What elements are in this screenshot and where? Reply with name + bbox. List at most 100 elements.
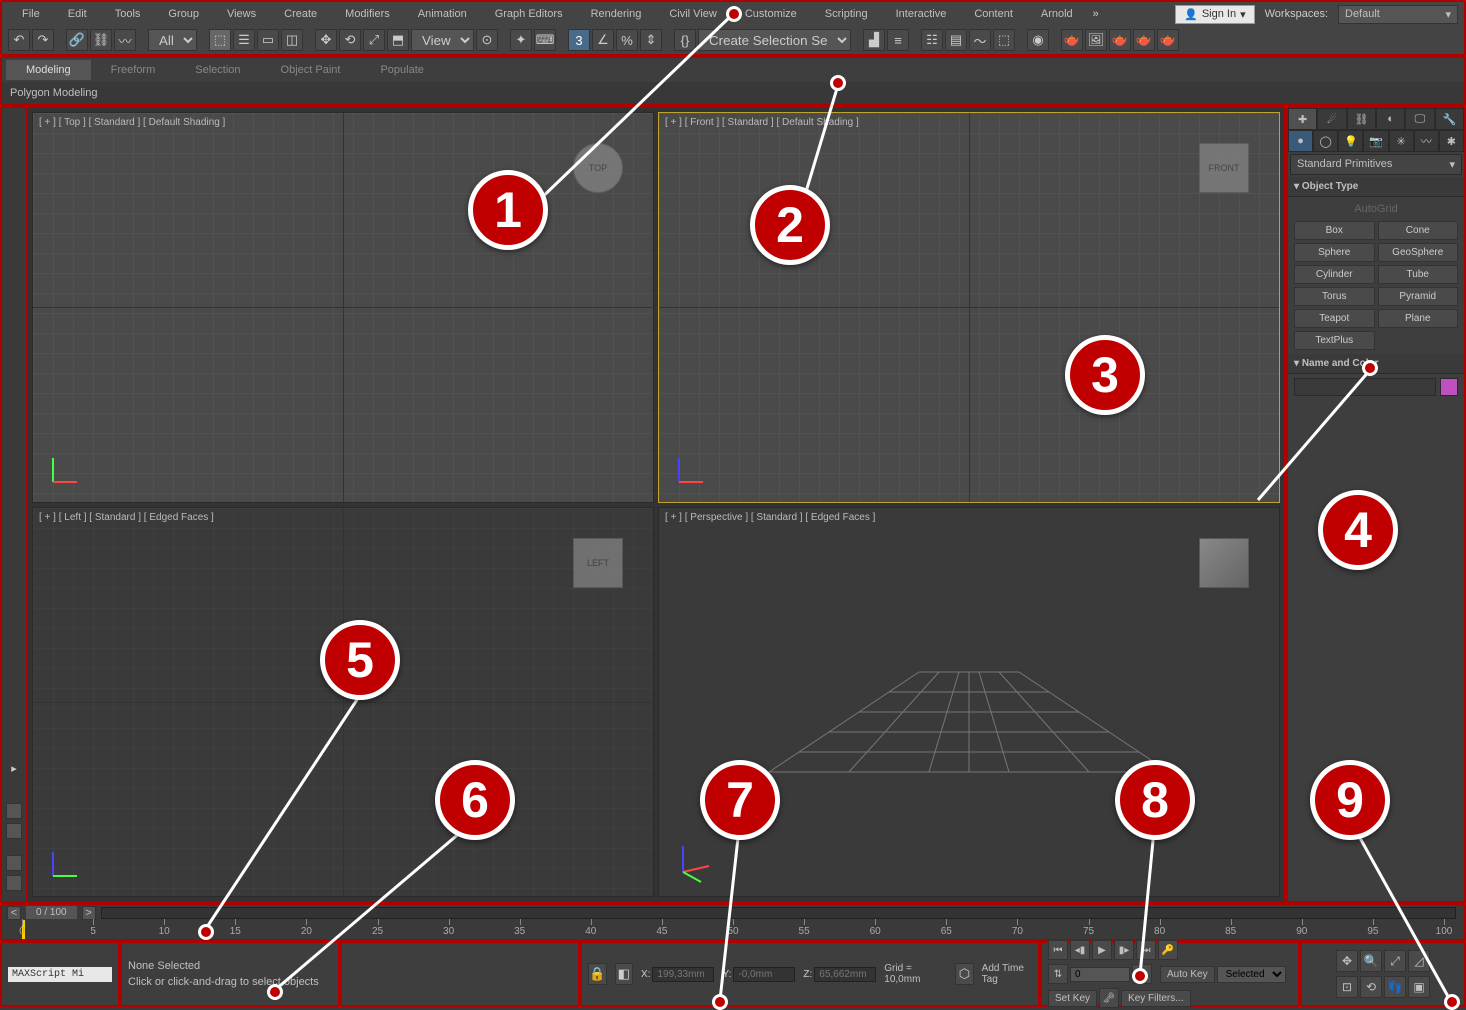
- bind-spacewarp-button[interactable]: 〰: [114, 29, 136, 51]
- menu-animation[interactable]: Animation: [404, 4, 481, 24]
- lock-selection-button[interactable]: 🔒: [588, 963, 607, 985]
- ribbon-tab-selection[interactable]: Selection: [175, 60, 260, 80]
- select-object-button[interactable]: ⬚: [209, 29, 231, 51]
- render-setup-button[interactable]: 🫖: [1061, 29, 1083, 51]
- menu-grapheditors[interactable]: Graph Editors: [481, 4, 577, 24]
- leftbar-btn-4[interactable]: [6, 875, 22, 891]
- toggle-ribbon-button[interactable]: ▤: [945, 29, 967, 51]
- viewport-left-label[interactable]: [ + ] [ Left ] [ Standard ] [ Edged Face…: [39, 512, 214, 523]
- frame-indicator[interactable]: 0 / 100: [26, 906, 77, 919]
- current-frame-field[interactable]: [1070, 967, 1130, 982]
- selection-filter[interactable]: All: [148, 29, 197, 51]
- menu-views[interactable]: Views: [213, 4, 270, 24]
- redo-button[interactable]: ↷: [32, 29, 54, 51]
- placement-button[interactable]: ⬒: [387, 29, 409, 51]
- obj-tube[interactable]: Tube: [1378, 265, 1459, 284]
- next-frame-button[interactable]: ▮▸: [1114, 940, 1134, 960]
- viewport-persp-label[interactable]: [ + ] [ Perspective ] [ Standard ] [ Edg…: [665, 512, 875, 523]
- maxscript-listener[interactable]: MAXScript Mi: [8, 967, 112, 982]
- leftbar-btn-2[interactable]: [6, 823, 22, 839]
- ribbon-tab-populate[interactable]: Populate: [360, 60, 443, 80]
- obj-sphere[interactable]: Sphere: [1294, 243, 1375, 262]
- time-ruler[interactable]: 0510152025303540455055606570758085909510…: [22, 920, 1444, 939]
- curve-editor-button[interactable]: 〜: [969, 29, 991, 51]
- render-iterative-button[interactable]: 🫖: [1133, 29, 1155, 51]
- obj-textplus[interactable]: TextPlus: [1294, 331, 1375, 350]
- keyboard-shortcut-button[interactable]: ⌨: [534, 29, 556, 51]
- zoom-button[interactable]: 🔍: [1360, 950, 1382, 972]
- cp-sub-spacewarps[interactable]: 〰: [1414, 130, 1439, 152]
- cp-section-objtype[interactable]: Object Type: [1288, 177, 1464, 197]
- align-button[interactable]: ≡: [887, 29, 909, 51]
- isolate-button[interactable]: ◧: [615, 963, 634, 985]
- viewcube-left[interactable]: LEFT: [573, 538, 623, 588]
- rendered-frame-button[interactable]: 🖼: [1085, 29, 1107, 51]
- viewport-left[interactable]: [ + ] [ Left ] [ Standard ] [ Edged Face…: [32, 507, 654, 898]
- obj-box[interactable]: Box: [1294, 221, 1375, 240]
- link-button[interactable]: 🔗: [66, 29, 88, 51]
- manipulate-button[interactable]: ✦: [510, 29, 532, 51]
- cp-tab-hierarchy[interactable]: ⛓: [1347, 108, 1376, 130]
- layer-explorer-button[interactable]: ☷: [921, 29, 943, 51]
- schematic-view-button[interactable]: ⬚: [993, 29, 1015, 51]
- cp-sub-geometry[interactable]: ●: [1288, 130, 1313, 152]
- named-selection-set[interactable]: Create Selection Se: [698, 29, 851, 51]
- walk-button[interactable]: 👣: [1384, 976, 1406, 998]
- obj-geosphere[interactable]: GeoSphere: [1378, 243, 1459, 262]
- menu-modifiers[interactable]: Modifiers: [331, 4, 404, 24]
- zoom-extents-button[interactable]: ⊡: [1336, 976, 1358, 998]
- ribbon-tab-freeform[interactable]: Freeform: [91, 60, 176, 80]
- rotate-button[interactable]: ⟲: [339, 29, 361, 51]
- viewcube-top[interactable]: TOP: [573, 143, 623, 193]
- ribbon-tab-objectpaint[interactable]: Object Paint: [261, 60, 361, 80]
- viewport-top-label[interactable]: [ + ] [ Top ] [ Standard ] [ Default Sha…: [39, 117, 225, 128]
- pivot-button[interactable]: ⊙: [476, 29, 498, 51]
- time-track[interactable]: [101, 907, 1456, 919]
- frame-spin-icon[interactable]: ⇅: [1048, 964, 1068, 984]
- ribbon-panel-label[interactable]: Polygon Modeling: [10, 87, 97, 99]
- viewport-front-label[interactable]: [ + ] [ Front ] [ Standard ] [ Default S…: [665, 117, 859, 128]
- render-production-button[interactable]: 🫖: [1109, 29, 1131, 51]
- keyfilters-button[interactable]: Key Filters...: [1121, 990, 1191, 1007]
- cp-tab-utilities[interactable]: 🔧: [1435, 108, 1464, 130]
- cp-tab-motion[interactable]: ◐: [1376, 108, 1405, 130]
- move-button[interactable]: ✥: [315, 29, 337, 51]
- obj-teapot[interactable]: Teapot: [1294, 309, 1375, 328]
- prev-frame-button[interactable]: ◂▮: [1070, 940, 1090, 960]
- spinner-snap-button[interactable]: ⇕: [640, 29, 662, 51]
- max-viewport-button[interactable]: ▣: [1408, 976, 1430, 998]
- menu-tools[interactable]: Tools: [101, 4, 155, 24]
- goto-start-button[interactable]: ⏮: [1048, 940, 1068, 960]
- orbit-button[interactable]: ⟲: [1360, 976, 1382, 998]
- obj-torus[interactable]: Torus: [1294, 287, 1375, 306]
- cp-tab-display[interactable]: 🖵: [1405, 108, 1434, 130]
- viewport-top[interactable]: [ + ] [ Top ] [ Standard ] [ Default Sha…: [32, 112, 654, 503]
- window-crossing-button[interactable]: ◫: [281, 29, 303, 51]
- select-by-name-button[interactable]: ☰: [233, 29, 255, 51]
- obj-cone[interactable]: Cone: [1378, 221, 1459, 240]
- unlink-button[interactable]: ⛓: [90, 29, 112, 51]
- leftbar-btn-1[interactable]: [6, 803, 22, 819]
- autogrid-checkbox[interactable]: AutoGrid: [1294, 201, 1458, 217]
- ribbon-tab-modeling[interactable]: Modeling: [6, 60, 91, 80]
- autokey-button[interactable]: Auto Key: [1160, 966, 1215, 983]
- menu-scripting[interactable]: Scripting: [811, 4, 882, 24]
- cp-sub-lights[interactable]: 💡: [1338, 130, 1363, 152]
- menu-customize[interactable]: Customize: [731, 4, 811, 24]
- material-editor-button[interactable]: ◉: [1027, 29, 1049, 51]
- cp-sub-helpers[interactable]: ✳: [1389, 130, 1414, 152]
- menu-rendering[interactable]: Rendering: [577, 4, 656, 24]
- menu-file[interactable]: File: [8, 4, 54, 24]
- cp-sub-shapes[interactable]: ◯: [1313, 130, 1338, 152]
- y-field[interactable]: -0,0mm: [733, 967, 795, 982]
- pan-view-button[interactable]: ✥: [1336, 950, 1358, 972]
- z-field[interactable]: 65,662mm: [814, 967, 876, 982]
- menu-overflow-icon[interactable]: »: [1087, 8, 1105, 20]
- expand-button[interactable]: ▸: [11, 762, 17, 775]
- fov-button[interactable]: ◿: [1408, 950, 1430, 972]
- angle-snap-button[interactable]: ∠: [592, 29, 614, 51]
- viewcube-front[interactable]: FRONT: [1199, 143, 1249, 193]
- scale-button[interactable]: ⤢: [363, 29, 385, 51]
- setkey-button[interactable]: Set Key: [1048, 990, 1097, 1007]
- menu-arnold[interactable]: Arnold: [1027, 4, 1087, 24]
